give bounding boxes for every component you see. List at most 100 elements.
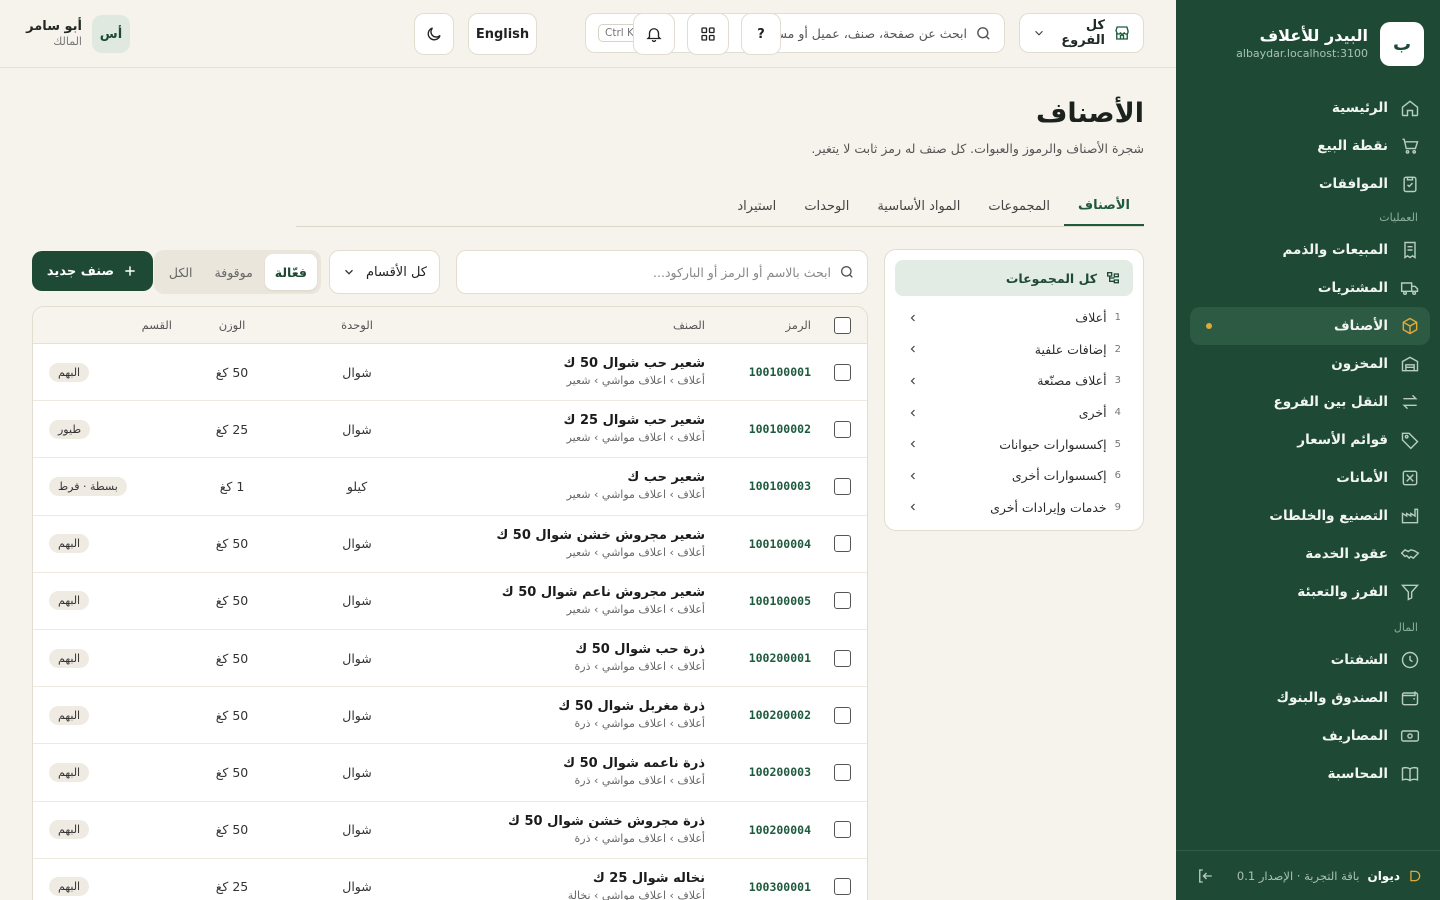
table-row[interactable]: 100200004 ذرة مجروش خشن شوال 50 ك أعلاف › … xyxy=(33,802,867,859)
table-row[interactable]: 100200003 ذرة ناعمه شوال 50 ك أعلاف › اعلا… xyxy=(33,744,867,802)
row-checkbox[interactable] xyxy=(834,477,851,495)
user-menu[interactable]: أس أبو سامر المالك xyxy=(26,15,130,53)
chevron-left-icon[interactable] xyxy=(907,470,919,482)
item-code-link[interactable]: 100100005 xyxy=(749,594,811,608)
status-stopped-option[interactable]: موقوفة xyxy=(205,254,263,290)
item-code-link[interactable]: 100300001 xyxy=(749,880,811,894)
item-name[interactable]: شعير حب شوال 25 ك xyxy=(564,412,705,430)
item-name[interactable]: ذرة حب شوال 50 ك xyxy=(575,641,705,659)
item-code-link[interactable]: 100100004 xyxy=(749,537,811,551)
sidebar-item-service-contracts[interactable]: عقود الخدمة xyxy=(1190,535,1430,573)
tab-base-materials[interactable]: المواد الأساسية xyxy=(863,186,974,226)
item-name[interactable]: شعير حب ك xyxy=(627,469,705,487)
chevron-left-icon[interactable] xyxy=(907,501,919,513)
sidebar-item-purchases[interactable]: المشتريات xyxy=(1190,269,1430,307)
item-code-link[interactable]: 100200004 xyxy=(749,823,811,837)
item-code-link[interactable]: 100100001 xyxy=(749,365,811,379)
item-code-link[interactable]: 100200001 xyxy=(749,651,811,665)
table-row[interactable]: 100100003 شعير حب ك أعلاف › اعلاف مواشي › … xyxy=(33,458,867,516)
sidebar-item-inventory[interactable]: المخزون xyxy=(1190,345,1430,383)
language-button[interactable]: English xyxy=(468,13,537,55)
sidebar-item-home[interactable]: الرئيسية xyxy=(1190,89,1430,127)
item-name[interactable]: شعير حب شوال 50 ك xyxy=(564,355,705,373)
theme-toggle-button[interactable] xyxy=(414,13,454,55)
apps-grid-button[interactable] xyxy=(687,13,729,55)
item-name[interactable]: ذرة مغربل شوال 50 ك xyxy=(558,698,705,716)
sidebar-item-sorting[interactable]: الفرز والتعبئة xyxy=(1190,573,1430,611)
chevron-left-icon[interactable] xyxy=(907,312,919,324)
sidebar-item-pos[interactable]: نقطة البيع xyxy=(1190,127,1430,165)
tab-groups[interactable]: المجموعات xyxy=(974,186,1064,226)
item-name[interactable]: ذرة مجروش خشن شوال 50 ك xyxy=(508,813,705,831)
row-checkbox[interactable] xyxy=(834,535,851,553)
item-search-input[interactable]: ابحث بالاسم أو الرمز أو الباركود... xyxy=(456,250,868,294)
tree-group-item[interactable]: 6 إكسسوارات أخرى xyxy=(895,460,1133,492)
chevron-left-icon[interactable] xyxy=(907,438,919,450)
tree-group-item[interactable]: 1 أعلاف xyxy=(895,302,1133,334)
row-checkbox[interactable] xyxy=(834,649,851,667)
row-checkbox[interactable] xyxy=(834,420,851,438)
table-row[interactable]: 100100002 شعير حب شوال 25 ك أعلاف › اعلاف … xyxy=(33,401,867,459)
row-checkbox[interactable] xyxy=(834,363,851,381)
tree-group-item[interactable]: 2 إضافات علفية xyxy=(895,334,1133,366)
sidebar-item-price-lists[interactable]: قوائم الأسعار xyxy=(1190,421,1430,459)
table-row[interactable]: 100100004 شعير مجروش خشن شوال 50 ك أعلاف ›… xyxy=(33,516,867,573)
select-all-checkbox[interactable] xyxy=(834,316,851,334)
section-badge: البهم xyxy=(49,362,90,382)
item-name[interactable]: نخاله شوال 25 ك xyxy=(593,870,705,888)
tab-units[interactable]: الوحدات xyxy=(790,186,863,226)
help-button[interactable]: ? xyxy=(741,13,781,55)
sidebar-item-accounting[interactable]: المحاسبة xyxy=(1190,755,1430,793)
table-row[interactable]: 100100005 شعير مجروش ناعم شوال 50 ك أعلاف … xyxy=(33,573,867,630)
item-name[interactable]: ذرة ناعمه شوال 50 ك xyxy=(563,755,705,773)
chevron-left-icon[interactable] xyxy=(907,343,919,355)
item-code-link[interactable]: 100100002 xyxy=(749,422,811,436)
sidebar-item-manufacturing[interactable]: التصنيع والخلطات xyxy=(1190,497,1430,535)
item-code-link[interactable]: 100200002 xyxy=(749,708,811,722)
status-active-option[interactable]: فعّالة xyxy=(264,254,317,290)
sidebar-item-expenses[interactable]: المصاريف xyxy=(1190,717,1430,755)
logout-icon[interactable] xyxy=(1196,867,1214,885)
department-select[interactable]: كل الأقسام xyxy=(329,250,440,294)
header-weight[interactable]: الوزن xyxy=(207,307,257,343)
item-code-link[interactable]: 100100003 xyxy=(749,479,811,493)
item-cell: شعير مجروش خشن شوال 50 ك أعلاف › اعلاف مو… xyxy=(365,516,705,572)
row-checkbox[interactable] xyxy=(834,878,851,896)
tree-all-groups[interactable]: كل المجموعات xyxy=(895,260,1133,296)
item-code-link[interactable]: 100200003 xyxy=(749,765,811,779)
header-code[interactable]: الرمز xyxy=(739,307,811,343)
row-checkbox[interactable] xyxy=(834,592,851,610)
sidebar-item-approvals[interactable]: الموافقات xyxy=(1190,165,1430,203)
item-name[interactable]: شعير مجروش خشن شوال 50 ك xyxy=(496,527,705,545)
tree-group-item[interactable]: 4 أخرى xyxy=(895,397,1133,429)
row-checkbox[interactable] xyxy=(834,821,851,839)
table-row[interactable]: 100300001 نخاله شوال 25 ك أعلاف › اعلاف مو… xyxy=(33,859,867,900)
table-row[interactable]: 100200002 ذرة مغربل شوال 50 ك أعلاف › اعلا… xyxy=(33,687,867,745)
chevron-left-icon[interactable] xyxy=(907,375,919,387)
table-row[interactable]: 100200001 ذرة حب شوال 50 ك أعلاف › اعلاف م… xyxy=(33,630,867,688)
status-all-option[interactable]: الكل xyxy=(159,254,203,290)
sidebar-item-items[interactable]: الأصناف xyxy=(1190,307,1430,345)
tab-import[interactable]: استيراد xyxy=(723,186,790,226)
row-checkbox[interactable] xyxy=(834,763,851,781)
header-section[interactable]: القسم xyxy=(142,307,172,343)
branch-selector[interactable]: كل الفروع xyxy=(1019,13,1144,53)
tree-group-item[interactable]: 5 إكسسوارات حيوانات xyxy=(895,428,1133,460)
notifications-button[interactable] xyxy=(633,13,675,55)
tab-items[interactable]: الأصناف xyxy=(1064,186,1144,226)
brand[interactable]: ب البيدر للأعلاف albaydar.localhost:3100 xyxy=(1236,22,1424,66)
header-unit[interactable]: الوحدة xyxy=(337,307,377,343)
row-checkbox[interactable] xyxy=(834,706,851,724)
sidebar-item-deposits[interactable]: الأمانات xyxy=(1190,459,1430,497)
sidebar-item-cash-banks[interactable]: الصندوق والبنوك xyxy=(1190,679,1430,717)
tree-group-item[interactable]: 9 خدمات وإيرادات أخرى xyxy=(895,492,1133,524)
item-name[interactable]: شعير مجروش ناعم شوال 50 ك xyxy=(502,584,705,602)
tree-group-item[interactable]: 3 أعلاف مصنّعة xyxy=(895,365,1133,397)
table-row[interactable]: 100100001 شعير حب شوال 50 ك أعلاف › اعلاف … xyxy=(33,344,867,402)
header-item[interactable]: الصنف xyxy=(365,307,705,343)
sidebar-item-sales[interactable]: المبيعات والذمم xyxy=(1190,231,1430,269)
chevron-left-icon[interactable] xyxy=(907,407,919,419)
sidebar-item-shifts[interactable]: الشفتات xyxy=(1190,641,1430,679)
new-item-button[interactable]: صنف جديد xyxy=(32,251,153,291)
sidebar-item-transfer[interactable]: النقل بين الفروع xyxy=(1190,383,1430,421)
